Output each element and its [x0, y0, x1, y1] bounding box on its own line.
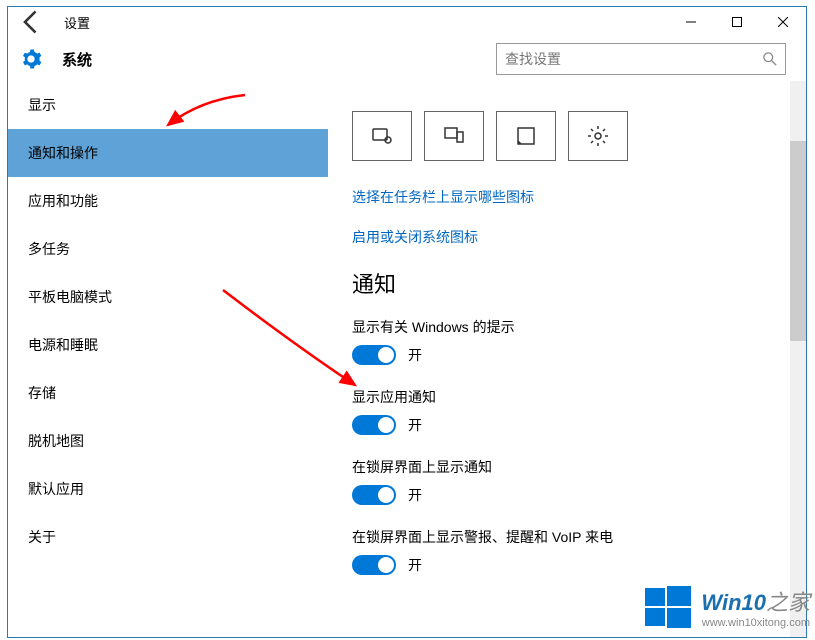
- header-row: 系统 查找设置: [8, 37, 806, 81]
- body-area: 显示 通知和操作 应用和功能 多任务 平板电脑模式 电源和睡眠 存储 脱机地图 …: [8, 81, 806, 637]
- option-label: 显示应用通知: [352, 387, 806, 407]
- option-lockscreen-alarms: 在锁屏界面上显示警报、提醒和 VoIP 来电 开: [352, 527, 806, 575]
- close-button[interactable]: [760, 7, 806, 37]
- toggle-app-notifications[interactable]: [352, 415, 396, 435]
- back-button[interactable]: [18, 8, 46, 36]
- close-icon: [778, 17, 788, 27]
- option-label: 在锁屏界面上显示警报、提醒和 VoIP 来电: [352, 527, 806, 547]
- tablet-icon: [370, 124, 394, 148]
- sidebar-item-power[interactable]: 电源和睡眠: [8, 321, 328, 369]
- scrollbar-thumb[interactable]: [790, 141, 806, 341]
- link-system-icons[interactable]: 启用或关闭系统图标: [352, 227, 806, 247]
- maximize-button[interactable]: [714, 7, 760, 37]
- sidebar-item-tablet[interactable]: 平板电脑模式: [8, 273, 328, 321]
- section-heading-notifications: 通知: [352, 267, 806, 299]
- windows-logo-icon: [643, 582, 693, 632]
- search-input[interactable]: 查找设置: [496, 43, 786, 75]
- window-controls: [668, 7, 806, 37]
- maximize-icon: [732, 17, 742, 27]
- quick-tile-settings[interactable]: [568, 111, 628, 161]
- quick-tile-connect[interactable]: [424, 111, 484, 161]
- content-inner: 选择在任务栏上显示哪些图标 启用或关闭系统图标 通知 显示有关 Windows …: [352, 81, 806, 575]
- sidebar: 显示 通知和操作 应用和功能 多任务 平板电脑模式 电源和睡眠 存储 脱机地图 …: [8, 81, 328, 637]
- watermark: Win10之家 www.win10xitong.com: [643, 582, 810, 632]
- sidebar-item-maps[interactable]: 脱机地图: [8, 417, 328, 465]
- option-app-notifications: 显示应用通知 开: [352, 387, 806, 435]
- option-lockscreen-notifications: 在锁屏界面上显示通知 开: [352, 457, 806, 505]
- sidebar-item-multitask[interactable]: 多任务: [8, 225, 328, 273]
- toggle-lockscreen-notifications[interactable]: [352, 485, 396, 505]
- minimize-button[interactable]: [668, 7, 714, 37]
- minimize-icon: [686, 17, 696, 27]
- note-icon: [514, 124, 538, 148]
- toggle-lockscreen-alarms[interactable]: [352, 555, 396, 575]
- toggle-state: 开: [408, 345, 422, 365]
- search-placeholder: 查找设置: [505, 49, 763, 69]
- sidebar-item-notifications[interactable]: 通知和操作: [8, 129, 328, 177]
- toggle-state: 开: [408, 555, 422, 575]
- sidebar-item-display[interactable]: 显示: [8, 81, 328, 129]
- settings-window: 设置 系统 查找设置 显示 通知和操作 应用和功能 多任务 平板电脑模式 电源和…: [7, 6, 807, 638]
- toggle-state: 开: [408, 415, 422, 435]
- gear-icon: [20, 48, 42, 70]
- sidebar-item-about[interactable]: 关于: [8, 513, 328, 561]
- option-windows-tips: 显示有关 Windows 的提示 开: [352, 317, 806, 365]
- option-label: 显示有关 Windows 的提示: [352, 317, 806, 337]
- sidebar-item-storage[interactable]: 存储: [8, 369, 328, 417]
- search-icon: [763, 52, 777, 66]
- quick-action-row: [352, 111, 806, 161]
- quick-actions-cut: [352, 87, 806, 103]
- toggle-state: 开: [408, 485, 422, 505]
- sidebar-item-apps[interactable]: 应用和功能: [8, 177, 328, 225]
- content-panel: 选择在任务栏上显示哪些图标 启用或关闭系统图标 通知 显示有关 Windows …: [328, 81, 806, 637]
- titlebar: 设置: [8, 7, 806, 37]
- window-title: 设置: [64, 13, 90, 32]
- devices-icon: [442, 124, 466, 148]
- arrow-left-icon: [18, 8, 46, 36]
- option-label: 在锁屏界面上显示通知: [352, 457, 806, 477]
- quick-tile-tablet[interactable]: [352, 111, 412, 161]
- sidebar-item-default-apps[interactable]: 默认应用: [8, 465, 328, 513]
- link-taskbar-icons[interactable]: 选择在任务栏上显示哪些图标: [352, 187, 806, 207]
- page-header: 系统: [62, 49, 92, 70]
- quick-tile-note[interactable]: [496, 111, 556, 161]
- gear-icon: [586, 124, 610, 148]
- toggle-windows-tips[interactable]: [352, 345, 396, 365]
